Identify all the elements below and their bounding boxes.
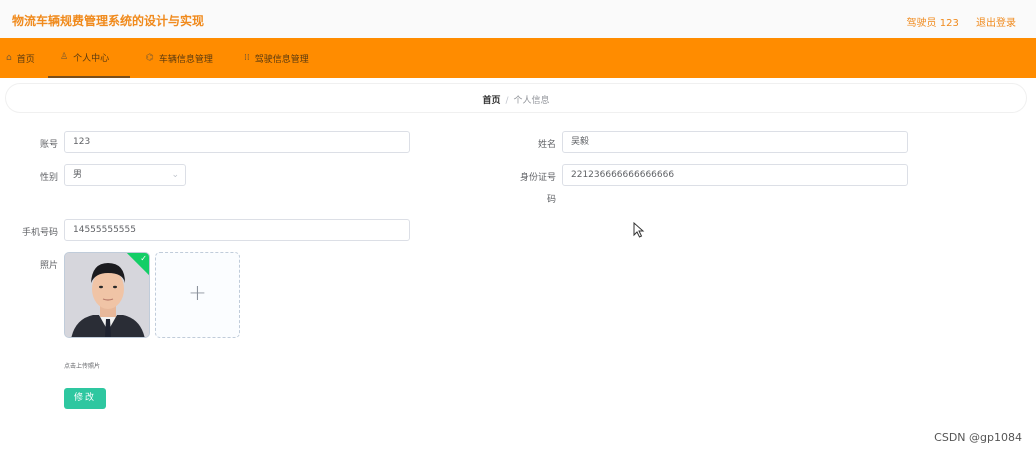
nav-item-label: 个人中心	[73, 53, 110, 64]
breadcrumb: 首页 / 个人信息	[6, 93, 1026, 106]
vehicle-icon: ⌬	[146, 53, 154, 63]
id-label: 身份证号 码	[500, 170, 556, 205]
check-icon: ✓	[140, 254, 147, 263]
id-number-input[interactable]: 221236666666666666	[562, 164, 908, 186]
nav-item-driving-management[interactable]: ⁞⁞ 驾驶信息管理	[244, 38, 309, 78]
nav-item-label: 首页	[16, 54, 35, 65]
logout-link[interactable]: 退出登录	[976, 18, 1016, 29]
nav-item-vehicle-management[interactable]: ⌬ 车辆信息管理	[146, 38, 213, 78]
uploaded-photo[interactable]: ✓	[64, 252, 150, 338]
user-area: 驾驶员 123 退出登录	[893, 14, 1016, 29]
name-label: 姓名	[537, 140, 556, 150]
chevron-down-icon: ⌄	[171, 170, 179, 180]
top-bar: 物流车辆规费管理系统的设计与实现 驾驶员 123 退出登录	[0, 0, 1036, 38]
main-nav: ⌂ 首页 ♙ 个人中心 ⌬ 车辆信息管理 ⁞⁞ 驾驶信息管理	[0, 38, 1036, 78]
id-label-line2: 码	[546, 195, 556, 205]
mouse-cursor-icon	[633, 222, 645, 238]
home-icon: ⌂	[6, 53, 12, 63]
nav-item-label: 驾驶信息管理	[254, 54, 309, 65]
account-label: 账号	[39, 140, 58, 150]
photo-label: 照片	[39, 261, 58, 271]
plus-icon: +	[188, 281, 207, 306]
nav-item-label: 车辆信息管理	[158, 54, 213, 65]
nav-item-home[interactable]: ⌂ 首页	[6, 38, 35, 78]
photo-upload-button[interactable]: +	[155, 252, 240, 338]
portrait-image	[65, 253, 149, 337]
breadcrumb-home[interactable]: 首页	[482, 96, 500, 106]
gender-select[interactable]: 男 ⌄	[64, 164, 186, 186]
phone-label: 手机号码	[21, 228, 58, 238]
app-title: 物流车辆规费管理系统的设计与实现	[12, 14, 205, 28]
id-label-line1: 身份证号	[519, 173, 556, 183]
grid-icon: ⁞⁞	[244, 53, 250, 63]
nav-item-personal-center[interactable]: ♙ 个人中心	[48, 38, 130, 78]
breadcrumb-bar: 首页 / 个人信息	[6, 84, 1026, 112]
account-input[interactable]: 123	[64, 131, 410, 153]
user-label: 驾驶员 123	[906, 18, 959, 29]
watermark: CSDN @gp1084	[934, 431, 1022, 444]
name-input[interactable]: 吴毅	[562, 131, 908, 153]
gender-value: 男	[73, 170, 83, 180]
phone-input[interactable]: 14555555555	[64, 219, 410, 241]
upload-tip: 点击上传照片	[64, 363, 101, 370]
breadcrumb-separator: /	[505, 96, 509, 106]
gender-label: 性别	[39, 173, 58, 183]
breadcrumb-current: 个人信息	[513, 96, 550, 106]
submit-button[interactable]: 修改	[64, 388, 106, 409]
user-icon: ♙	[60, 52, 69, 62]
